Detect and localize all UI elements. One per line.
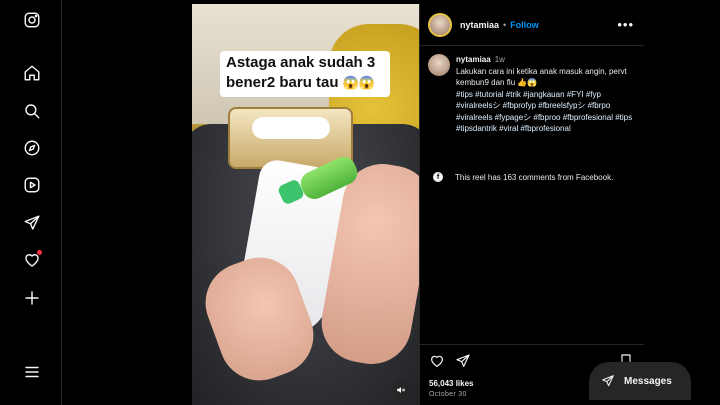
video-text-overlay: Astaga anak sudah 3 bener2 baru tau 😱😱: [220, 51, 390, 97]
messages-icon[interactable]: [22, 213, 42, 233]
caption-hashtags[interactable]: #tips #tutorial #trik #jangkauan #FYI #f…: [456, 89, 636, 135]
post-header: nytamiaa • Follow •••: [420, 4, 644, 46]
more-options-button[interactable]: •••: [617, 18, 634, 31]
overlay-line-1: Astaga anak sudah 3: [226, 54, 376, 71]
post-modal: Astaga anak sudah 3 bener2 baru tau 😱😱 n…: [192, 4, 644, 405]
send-icon: [602, 375, 614, 387]
author-avatar[interactable]: [428, 12, 452, 37]
like-icon[interactable]: [429, 353, 445, 369]
search-icon[interactable]: [22, 101, 42, 121]
caption-comment: nytamiaa 1w Lakukan cara ini ketika anak …: [420, 46, 644, 135]
mute-button[interactable]: [392, 381, 410, 399]
separator-dot: •: [503, 19, 507, 30]
speaker-muted-icon: [397, 387, 406, 393]
post-side-panel: nytamiaa • Follow ••• nytamiaa 1w Lakukan…: [419, 4, 644, 405]
create-icon[interactable]: [22, 288, 42, 308]
author-username[interactable]: nytamiaa: [460, 20, 499, 30]
caption-time: 1w: [494, 55, 505, 64]
facebook-note-text: This reel has 163 comments from Facebook…: [455, 172, 614, 182]
overlay-emoji: 😱😱: [342, 75, 376, 90]
more-menu-icon[interactable]: [22, 362, 42, 382]
messages-label: Messages: [624, 375, 672, 387]
messages-button[interactable]: Messages: [589, 362, 691, 400]
notifications-icon[interactable]: [22, 250, 42, 270]
facebook-icon: f: [433, 172, 443, 182]
caption-avatar[interactable]: [428, 54, 450, 76]
explore-icon[interactable]: [22, 138, 42, 158]
caption-username[interactable]: nytamiaa: [456, 55, 491, 64]
reel-video[interactable]: Astaga anak sudah 3 bener2 baru tau 😱😱: [192, 4, 419, 405]
follow-button[interactable]: Follow: [510, 20, 539, 30]
home-icon[interactable]: [22, 63, 42, 83]
facebook-comments-note: f This reel has 163 comments from Facebo…: [433, 172, 613, 182]
overlay-line-2: bener2 baru tau: [226, 74, 339, 91]
share-icon[interactable]: [455, 353, 471, 369]
left-nav-rail: [0, 0, 62, 405]
notification-dot: [37, 250, 42, 255]
caption-text: Lakukan cara ini ketika anak masuk angin…: [456, 66, 627, 88]
reels-icon[interactable]: [22, 175, 42, 195]
instagram-logo-icon[interactable]: [22, 10, 42, 30]
